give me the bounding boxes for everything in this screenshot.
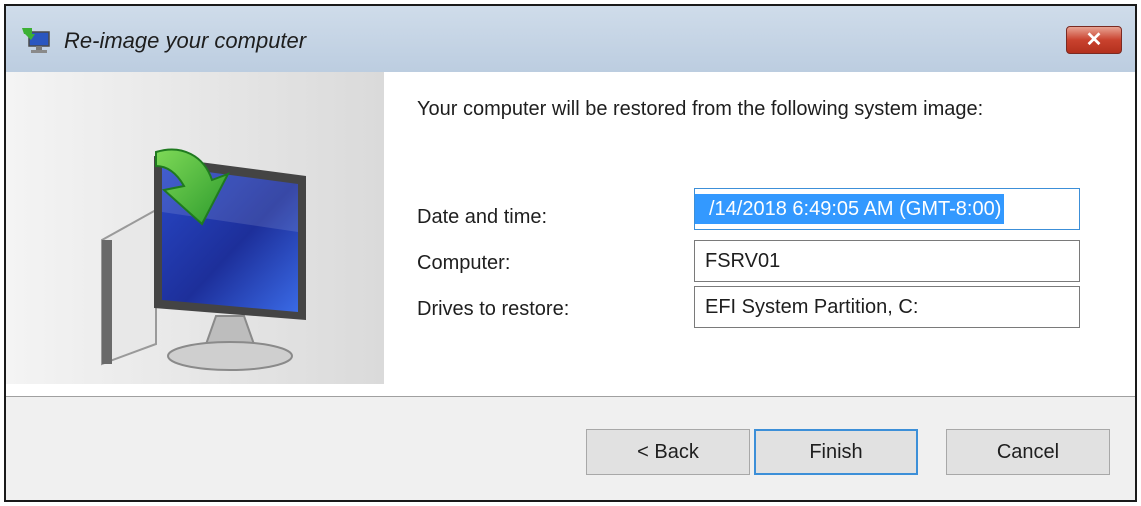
date-time-field[interactable]: /14/2018 6:49:05 AM (GMT-8:00) (694, 188, 1080, 230)
reimage-dialog: Re-image your computer ✕ Your computer w… (4, 4, 1137, 502)
intro-text: Your computer will be restored from the … (417, 98, 984, 120)
monitor-with-green-arrow-illustration (101, 148, 306, 371)
drives-label: Drives to restore: (417, 298, 570, 320)
computer-label: Computer: (417, 252, 511, 274)
close-button[interactable]: ✕ (1066, 26, 1122, 54)
finish-button[interactable]: Finish (754, 429, 918, 475)
back-button[interactable]: < Back (586, 429, 750, 475)
window-title: Re-image your computer (64, 28, 307, 53)
drives-field[interactable]: EFI System Partition, C: (694, 286, 1080, 328)
title-bar: Re-image your computer ✕ (6, 6, 1135, 72)
date-time-value: /14/2018 6:49:05 AM (GMT-8:00) (695, 194, 1005, 224)
cancel-button[interactable]: Cancel (946, 429, 1110, 475)
dialog-content: Your computer will be restored from the … (6, 72, 1135, 396)
restore-computer-icon (22, 28, 50, 53)
separator (6, 396, 1135, 397)
close-icon: ✕ (1085, 29, 1103, 51)
wizard-illustration (6, 72, 384, 384)
date-time-label: Date and time: (417, 206, 548, 228)
computer-field[interactable]: FSRV01 (694, 240, 1080, 282)
